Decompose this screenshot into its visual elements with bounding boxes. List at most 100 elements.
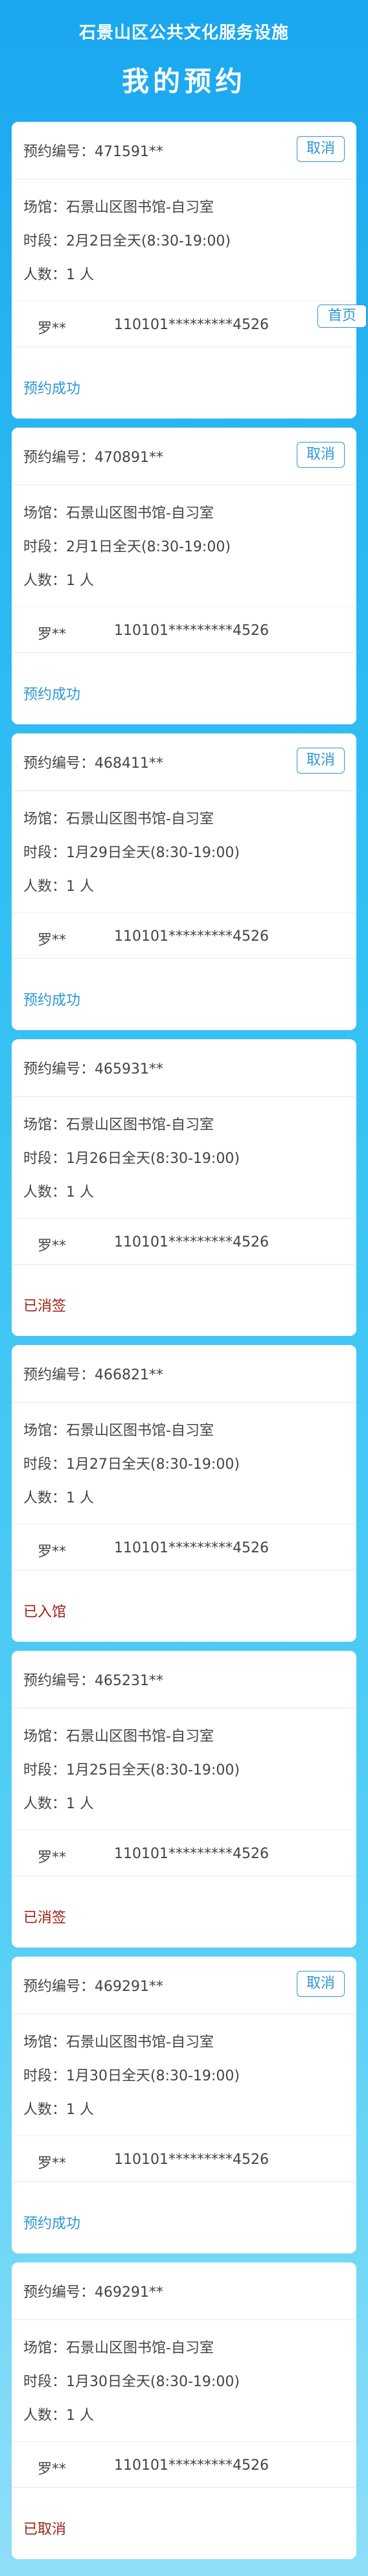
people-count-row: 人数：1 人 (23, 1180, 94, 1201)
order-number-value: 465231** (95, 1673, 163, 1689)
reservation-card: 预约编号：465931** 场馆：石景山区图书馆-自习室 时段：1月26日全天(8:… (12, 1039, 356, 1336)
card-header: 预约编号：465231** (12, 1651, 356, 1708)
venue-row: 场馆：石景山区图书馆-自习室 (23, 1725, 214, 1745)
order-number-value: 468411** (95, 755, 163, 772)
people-count-row-label: 人数： (23, 573, 67, 589)
people-count-row: 人数：1 人 (23, 1792, 94, 1813)
people-count-row-value: 1 人 (66, 267, 95, 283)
venue-row-label: 场馆： (23, 811, 67, 827)
people-count-row-value: 1 人 (66, 573, 95, 589)
visitor-id-number: 110101*********4526 (114, 623, 269, 639)
venue-row-value: 石景山区图书馆-自习室 (66, 200, 214, 216)
people-count-row: 人数：1 人 (23, 569, 94, 590)
venue-row-label: 场馆： (23, 200, 67, 216)
venue-row: 场馆：石景山区图书馆-自习室 (23, 2336, 214, 2357)
people-count-row-label: 人数： (23, 267, 67, 283)
venue-row-value: 石景山区图书馆-自习室 (66, 2340, 214, 2356)
cancel-button[interactable]: 取消 (297, 748, 345, 774)
time-slot-row-label: 时段： (23, 845, 67, 861)
people-count-row-label: 人数： (23, 1490, 67, 1506)
time-slot-row-value: 2月2日全天(8:30-19:00) (66, 233, 231, 249)
visitor-row: 罗** 110101*********4526 (12, 1218, 356, 1265)
order-number: 预约编号：468411** (23, 752, 163, 772)
venue-row-label: 场馆： (23, 2034, 67, 2051)
visitor-id-number: 110101*********4526 (114, 2152, 269, 2168)
visitor-id-number: 110101*********4526 (114, 1234, 269, 1250)
reservation-card: 预约编号：469291** 取消场馆：石景山区图书馆-自习室时段：1月30日全天(… (12, 1957, 356, 2253)
time-slot-row: 时段：1月30日全天(8:30-19:00) (23, 2370, 240, 2391)
order-number-value: 466821** (95, 1367, 163, 1383)
card-header: 预约编号：465931** (12, 1039, 356, 1097)
order-number-label: 预约编号： (23, 755, 95, 772)
status-label: 已消签 (23, 1910, 67, 1926)
people-count-row-label: 人数： (23, 2102, 67, 2118)
people-count-row-value: 1 人 (66, 2408, 95, 2424)
people-count-row-label: 人数： (23, 1796, 67, 1812)
card-header: 预约编号：469291** 取消 (12, 1957, 356, 2014)
visitor-name: 罗** (38, 2461, 67, 2478)
venue-row-label: 场馆： (23, 1423, 67, 1439)
venue-row-label: 场馆： (23, 1729, 67, 1745)
visitor-name: 罗** (38, 627, 67, 643)
time-slot-row-label: 时段： (23, 2374, 67, 2390)
status-label: 预约成功 (23, 381, 81, 397)
reservation-card: 预约编号：465231** 场馆：石景山区图书馆-自习室时段：1月25日全天(8:… (12, 1651, 356, 1948)
people-count-row-value: 1 人 (66, 879, 95, 895)
time-slot-row: 时段：2月1日全天(8:30-19:00) (23, 535, 231, 556)
cancel-button[interactable]: 取消 (297, 442, 345, 468)
order-number: 预约编号：469291** (23, 1975, 163, 1995)
order-number-label: 预约编号： (23, 1061, 95, 1077)
reservation-card: 预约编号：471591** 取消 场馆：石景山区图书馆-自习室 时段：2月2日全天(8… (12, 122, 356, 419)
venue-row-label: 场馆： (23, 1117, 67, 1133)
people-count-row-value: 1 人 (66, 1490, 95, 1506)
order-number-label: 预约编号： (23, 144, 95, 160)
people-count-row-value: 1 人 (66, 1796, 95, 1812)
venue-row: 场馆：石景山区图书馆-自习室 (23, 807, 214, 828)
status-label: 已消签 (23, 1298, 67, 1315)
visitor-name: 罗** (38, 1544, 67, 1560)
order-number-value: 471591** (95, 144, 163, 160)
order-number-value: 469291** (95, 1979, 163, 1995)
home-button[interactable]: 首页 (317, 305, 367, 328)
order-number-label: 预约编号： (23, 1673, 95, 1689)
order-number: 预约编号：469291** (23, 2281, 163, 2301)
reservation-list: 预约编号：471591** 取消 场馆：石景山区图书馆-自习室 时段：2月2日全天(8… (12, 122, 356, 2568)
order-number-label: 预约编号： (23, 1367, 95, 1383)
visitor-id-number: 110101*********4526 (114, 928, 269, 945)
time-slot-row: 时段：1月25日全天(8:30-19:00) (23, 1758, 240, 1779)
people-count-row-value: 1 人 (66, 2102, 95, 2118)
time-slot-row-value: 1月29日全天(8:30-19:00) (66, 845, 240, 861)
people-count-row: 人数：1 人 (23, 2404, 94, 2424)
venue-row-value: 石景山区图书馆-自习室 (66, 2034, 214, 2051)
page-title: 我的预约 (121, 65, 246, 97)
visitor-name: 罗** (38, 321, 67, 337)
card-header: 预约编号：470891** 取消 (12, 428, 356, 485)
venue-row: 场馆：石景山区图书馆-自习室 (23, 501, 214, 522)
time-slot-row-value: 1月30日全天(8:30-19:00) (66, 2374, 240, 2390)
page-header: 石景山区公共文化服务设施 我的预约 (0, 0, 368, 123)
time-slot-row-value: 1月26日全天(8:30-19:00) (66, 1151, 240, 1167)
cancel-button[interactable]: 取消 (297, 136, 345, 162)
visitor-name: 罗** (38, 2156, 67, 2172)
venue-row-value: 石景山区图书馆-自习室 (66, 1423, 214, 1439)
visitor-row: 罗** 110101*********4526 (12, 606, 356, 653)
venue-row: 场馆：石景山区图书馆-自习室 (23, 196, 214, 216)
time-slot-row: 时段：1月29日全天(8:30-19:00) (23, 841, 240, 862)
order-number: 预约编号：471591** (23, 140, 163, 161)
reservation-card: 预约编号：468411** 取消场馆：石景山区图书馆-自习室时段：1月29日全天(… (12, 733, 356, 1030)
card-header: 预约编号：468411** 取消 (12, 733, 356, 791)
reservation-card: 预约编号：466821** 场馆：石景山区图书馆-自习室时段：1月27日全天(8:… (12, 1345, 356, 1642)
reservation-card: 预约编号：470891** 取消场馆：石景山区图书馆-自习室 时段：2月1日全天(8… (12, 428, 356, 724)
cancel-button[interactable]: 取消 (297, 1971, 345, 1997)
visitor-id-number: 110101*********4526 (114, 317, 269, 333)
venue-row-value: 石景山区图书馆-自习室 (66, 1117, 214, 1133)
header-subtitle: 石景山区公共文化服务设施 (78, 23, 289, 43)
time-slot-row-value: 1月27日全天(8:30-19:00) (66, 1456, 240, 1473)
time-slot-row-value: 1月25日全天(8:30-19:00) (66, 1762, 240, 1778)
time-slot-row: 时段：1月30日全天(8:30-19:00) (23, 2064, 240, 2085)
visitor-row: 罗** 110101*********4526 (12, 1524, 356, 1570)
time-slot-row: 时段：1月27日全天(8:30-19:00) (23, 1453, 240, 1473)
venue-row-value: 石景山区图书馆-自习室 (66, 505, 214, 522)
time-slot-row-label: 时段： (23, 2068, 67, 2084)
visitor-id-number: 110101*********4526 (114, 1846, 269, 1862)
